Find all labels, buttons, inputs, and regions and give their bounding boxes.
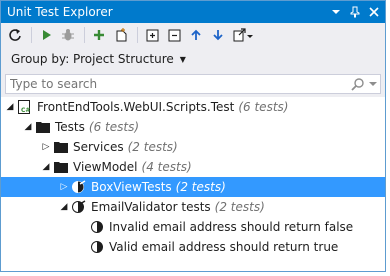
- move-down-icon[interactable]: [208, 25, 228, 45]
- test-count: (6 tests): [88, 120, 139, 134]
- toolbar-separator: [137, 27, 138, 43]
- dropdown-icon[interactable]: [328, 4, 344, 20]
- debug-icon[interactable]: [58, 25, 78, 45]
- collapse-all-icon[interactable]: [164, 25, 184, 45]
- chevron-down-icon: ▼: [179, 54, 186, 64]
- search-icon[interactable]: [351, 77, 365, 91]
- csharp-project-icon: C#: [17, 99, 33, 115]
- search-bar: [1, 71, 385, 97]
- group-by-dropdown[interactable]: Group by: Project Structure ▼: [1, 47, 385, 71]
- title-bar: Unit Test Explorer: [1, 1, 385, 23]
- tree-node-test[interactable]: Invalid email address should return fals…: [1, 217, 385, 237]
- test-count: (2 tests): [175, 180, 226, 194]
- tree-node-viewmodel-folder[interactable]: ◢ ViewModel (4 tests): [1, 157, 385, 177]
- tree-node-tests-folder[interactable]: ◢ Tests (6 tests): [1, 117, 385, 137]
- tree-node-boxviewtests[interactable]: ▷ BoxViewTests (2 tests): [1, 177, 385, 197]
- search-box: [5, 74, 381, 94]
- expanded-arrow-icon[interactable]: ◢: [3, 102, 17, 112]
- tree-node-label: Valid email address should return true: [109, 240, 339, 254]
- expanded-arrow-icon[interactable]: ◢: [21, 122, 35, 132]
- test-suite-icon: [71, 179, 87, 195]
- svg-text:C#: C#: [21, 107, 30, 114]
- test-suite-icon: [71, 199, 87, 215]
- pin-icon[interactable]: [347, 4, 363, 20]
- unit-test-explorer-window: Unit Test Explorer Group by: Project Str…: [0, 0, 386, 272]
- folder-icon: [35, 119, 51, 135]
- tree-node-project[interactable]: ◢ C# FrontEndTools.WebUI.Scripts.Test (6…: [1, 97, 385, 117]
- collapsed-arrow-icon[interactable]: ▷: [57, 182, 71, 192]
- tree-node-services-folder[interactable]: ▷ Services (2 tests): [1, 137, 385, 157]
- expand-all-icon[interactable]: [142, 25, 162, 45]
- run-icon[interactable]: [36, 25, 56, 45]
- test-count: (2 tests): [127, 140, 178, 154]
- new-session-icon[interactable]: [111, 25, 131, 45]
- tree-node-label: EmailValidator tests: [91, 200, 211, 214]
- test-count: (4 tests): [141, 160, 192, 174]
- add-icon[interactable]: [89, 25, 109, 45]
- tree-node-test[interactable]: Valid email address should return true: [1, 237, 385, 257]
- tree-node-label: Services: [73, 140, 124, 154]
- test-tree: ◢ C# FrontEndTools.WebUI.Scripts.Test (6…: [1, 97, 385, 271]
- expanded-arrow-icon[interactable]: ◢: [57, 202, 71, 212]
- test-icon: [89, 239, 105, 255]
- folder-icon: [53, 139, 69, 155]
- toolbar-separator: [31, 27, 32, 43]
- tree-node-label: ViewModel: [73, 160, 138, 174]
- test-count: (6 tests): [238, 100, 289, 114]
- test-count: (2 tests): [214, 200, 265, 214]
- move-up-icon[interactable]: [186, 25, 206, 45]
- folder-icon: [53, 159, 69, 175]
- close-icon[interactable]: [366, 4, 382, 20]
- expanded-arrow-icon[interactable]: ◢: [39, 162, 53, 172]
- test-icon: [89, 219, 105, 235]
- group-by-label: Group by: Project Structure: [11, 52, 174, 66]
- tree-node-label: FrontEndTools.WebUI.Scripts.Test: [37, 100, 235, 114]
- collapsed-arrow-icon[interactable]: ▷: [39, 142, 53, 152]
- tree-node-label: BoxViewTests: [91, 180, 172, 194]
- search-input[interactable]: [10, 77, 351, 91]
- tree-node-label: Invalid email address should return fals…: [109, 220, 354, 234]
- search-options-icon[interactable]: [369, 80, 377, 88]
- toolbar: [1, 23, 385, 47]
- refresh-icon[interactable]: [5, 25, 25, 45]
- toolbar-separator: [84, 27, 85, 43]
- export-icon[interactable]: [230, 25, 256, 45]
- tree-node-emailvalidator[interactable]: ◢ EmailValidator tests (2 tests): [1, 197, 385, 217]
- tree-node-label: Tests: [55, 120, 85, 134]
- window-title: Unit Test Explorer: [7, 5, 113, 19]
